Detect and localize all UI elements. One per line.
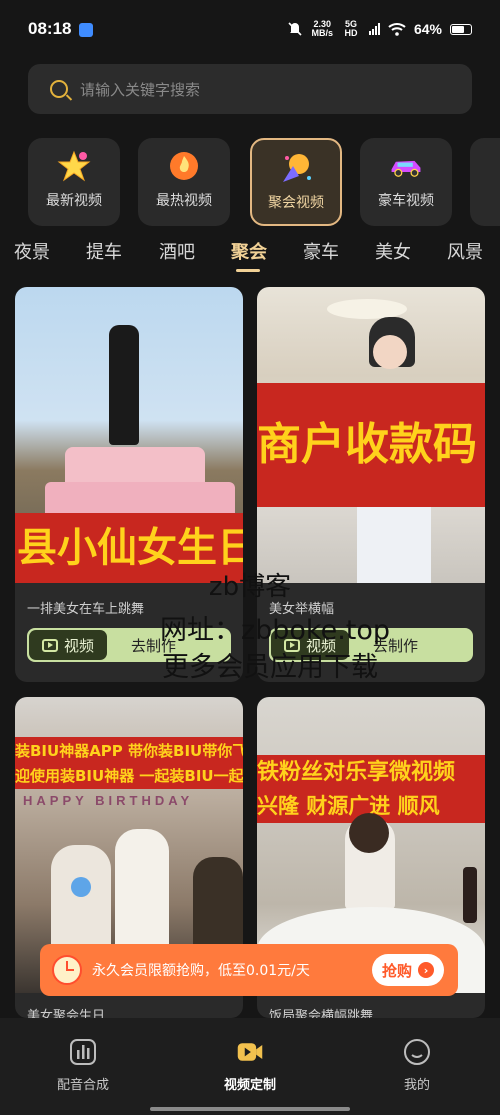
nav-profile[interactable]: 我的 [357, 1038, 477, 1093]
search-icon [50, 80, 68, 98]
thumbnail-banner-1: 铁粉丝对乐享微视频 [257, 755, 485, 791]
search-bar[interactable]: 请输入关键字搜索 [28, 64, 472, 114]
category-row: 最新视频 最热视频 聚会视频 豪车视频 酒 [28, 138, 500, 230]
app-notification-icon [79, 23, 94, 37]
video-thumbnail[interactable]: 县小仙女生日 [15, 287, 243, 583]
profile-icon [403, 1038, 431, 1066]
category-car[interactable]: 豪车视频 [360, 138, 452, 226]
net-speed: 2.30 MB/s [311, 19, 333, 38]
wifi-icon [388, 23, 406, 36]
fire-icon [167, 150, 201, 182]
net-type: 5G HD [344, 19, 358, 38]
thumbnail-banner: 商户收款码 全国 [257, 383, 485, 507]
nav-label: 我的 [403, 1078, 430, 1093]
category-label: 豪车视频 [378, 193, 434, 209]
tab-night[interactable]: 夜景 [14, 238, 50, 264]
chart-icon [69, 1038, 97, 1066]
tab-new-car[interactable]: 提车 [86, 238, 122, 264]
status-time: 08:18 [28, 19, 72, 38]
chevron-right-icon: › [418, 962, 434, 978]
category-label: 最热视频 [156, 193, 212, 209]
watermark-line-3: 更多会员应用下载 [162, 652, 378, 683]
tab-bar[interactable]: 酒吧 [159, 238, 195, 264]
promo-text: 永久会员限额抢购，低至0.01元/天 [92, 963, 310, 979]
category-label: 聚会视频 [268, 195, 324, 211]
battery-icon [450, 23, 472, 35]
active-tab-indicator [236, 269, 260, 272]
membership-promo-banner[interactable]: 永久会员限额抢购，低至0.01元/天 抢购 › [40, 944, 458, 996]
home-indicator [150, 1107, 350, 1111]
watermark-line-2: 网址：zbboke.top [159, 615, 391, 646]
status-indicators: 2.30 MB/s 5G HD 64% [287, 20, 472, 38]
category-party[interactable]: 聚会视频 [250, 138, 342, 226]
signal-icon [368, 23, 380, 35]
promo-buy-label: 抢购 [381, 961, 412, 980]
card-title: 饭局聚会横幅跳舞 [269, 1009, 374, 1018]
thumbnail-banner-2: 迎使用装BIU神器 一起装BIU一起了 [15, 763, 243, 789]
nav-dubbing[interactable]: 配音合成 [23, 1038, 143, 1093]
nav-video-custom[interactable]: 视频定制 [190, 1038, 310, 1093]
alarm-clock-icon [52, 955, 82, 985]
video-icon [236, 1038, 264, 1066]
star-icon [57, 150, 91, 182]
tab-party[interactable]: 聚会 [231, 238, 267, 264]
car-icon [389, 150, 423, 182]
tab-scenery[interactable]: 风景 [447, 238, 483, 264]
category-bar[interactable]: 酒 [470, 138, 500, 226]
video-thumbnail[interactable]: 商户收款码 全国 [257, 287, 485, 583]
mute-icon [288, 22, 303, 36]
party-letters: HAPPY BIRTHDAY [23, 793, 194, 808]
thumbnail-banner-1: 装BIU神器APP 带你装BIU带你飞 [15, 737, 243, 765]
search-placeholder: 请输入关键字搜索 [80, 80, 201, 99]
nav-label: 配音合成 [56, 1078, 109, 1093]
party-icon [279, 152, 313, 184]
sub-tabs: 夜景 提车 酒吧 聚会 豪车 美女 风景 [0, 232, 500, 276]
tab-luxury-car[interactable]: 豪车 [303, 238, 339, 264]
nav-label: 视频定制 [223, 1078, 276, 1093]
category-latest[interactable]: 最新视频 [28, 138, 120, 226]
category-hot[interactable]: 最热视频 [138, 138, 230, 226]
card-title: 美女聚会生日 [27, 1009, 106, 1018]
battery-percent: 64% [413, 21, 442, 37]
watermark-line-1: zb博客 [208, 572, 292, 602]
tab-beauty[interactable]: 美女 [375, 238, 411, 264]
promo-buy-button[interactable]: 抢购 › [372, 954, 444, 986]
bottom-navigation: 配音合成 视频定制 我的 [0, 1018, 500, 1115]
status-bar: 08:18 2.30 MB/s 5G HD 64% [0, 0, 500, 58]
category-label: 最新视频 [46, 193, 102, 209]
